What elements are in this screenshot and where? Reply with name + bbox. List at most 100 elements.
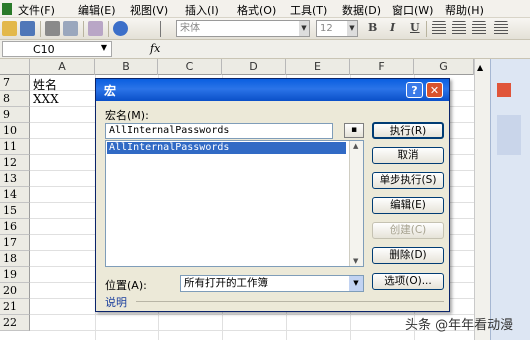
vertical-scrollbar[interactable]: ▲	[474, 59, 490, 340]
location-select[interactable]: 所有打开的工作簿 ▼	[180, 275, 364, 292]
underline-button[interactable]: U	[410, 21, 420, 34]
options-button[interactable]: 选项(O)...	[372, 273, 444, 290]
menu-view[interactable]: 视图(V)	[130, 2, 168, 18]
macro-name-input[interactable]: AllInternalPasswords	[105, 123, 333, 139]
toolbar-separator	[40, 21, 41, 37]
toolbar-separator	[426, 21, 427, 37]
description-divider	[136, 301, 444, 302]
menu-format[interactable]: 格式(O)	[237, 2, 276, 18]
chevron-down-icon[interactable]: ▼	[349, 276, 363, 291]
row-header[interactable]: 14	[0, 187, 30, 203]
row-header[interactable]: 20	[0, 283, 30, 299]
row-header[interactable]: 7	[0, 75, 30, 91]
name-box[interactable]: C10 ▼	[2, 41, 112, 57]
menu-bar: 文件(F) 编辑(E) 视图(V) 插入(I) 格式(O) 工具(T) 数据(D…	[0, 0, 530, 18]
row-header[interactable]: 18	[0, 251, 30, 267]
task-pane-panel	[497, 115, 521, 155]
row-header[interactable]: 19	[0, 267, 30, 283]
menu-help[interactable]: 帮助(H)	[445, 2, 484, 18]
step-into-button[interactable]: 单步执行(S)	[372, 172, 444, 189]
help-icon[interactable]: ?	[406, 82, 423, 98]
row-header[interactable]: 17	[0, 235, 30, 251]
menu-edit[interactable]: 编辑(E)	[78, 2, 116, 18]
formula-bar: C10 ▼ fx	[0, 40, 530, 59]
location-value: 所有打开的工作簿	[184, 277, 268, 289]
italic-button[interactable]: I	[390, 21, 395, 34]
row-header[interactable]: 12	[0, 155, 30, 171]
macro-list[interactable]: AllInternalPasswords ▲ ▼	[105, 140, 364, 267]
function-icon[interactable]: fx	[150, 42, 160, 55]
column-header-g[interactable]: G	[414, 59, 474, 75]
select-all-corner[interactable]	[0, 59, 30, 75]
location-label: 位置(A):	[105, 279, 147, 292]
scroll-up-icon[interactable]: ▲	[353, 142, 358, 150]
column-header-d[interactable]: D	[222, 59, 286, 75]
align-center-icon[interactable]	[452, 21, 466, 36]
menu-insert[interactable]: 插入(I)	[185, 2, 219, 18]
chevron-down-icon[interactable]: ▼	[101, 43, 107, 52]
row-header[interactable]: 22	[0, 315, 30, 331]
save-icon[interactable]	[20, 21, 35, 36]
row-header[interactable]: 11	[0, 139, 30, 155]
edit-button[interactable]: 编辑(E)	[372, 197, 444, 214]
column-header-a[interactable]: A	[30, 59, 95, 75]
cancel-button[interactable]: 取消	[372, 147, 444, 164]
column-header-e[interactable]: E	[286, 59, 350, 75]
office-icon[interactable]	[497, 83, 511, 97]
close-icon[interactable]: ✕	[426, 82, 443, 98]
font-name-value: 宋体	[180, 23, 200, 34]
font-size-value: 12	[320, 23, 333, 34]
print-icon[interactable]	[45, 21, 60, 36]
row-header[interactable]: 13	[0, 171, 30, 187]
align-left-icon[interactable]	[432, 21, 446, 36]
merge-center-icon[interactable]	[494, 21, 508, 36]
menu-file[interactable]: 文件(F)	[18, 2, 55, 18]
cell-a7[interactable]: 姓名	[33, 76, 57, 93]
font-name-combo[interactable]: 宋体 ▼	[176, 20, 310, 37]
row-header[interactable]: 16	[0, 219, 30, 235]
row-header[interactable]: 15	[0, 203, 30, 219]
row-header[interactable]: 21	[0, 299, 30, 315]
toolbar-grip	[160, 21, 161, 37]
create-button[interactable]: 创建(C)	[372, 222, 444, 239]
watermark-text: 头条 @年年看动漫	[405, 318, 514, 333]
align-right-icon[interactable]	[472, 21, 486, 36]
chevron-down-icon[interactable]: ▼	[299, 21, 309, 36]
chevron-down-icon[interactable]: ▼	[347, 21, 357, 36]
toolbar-separator	[108, 21, 109, 37]
excel-app-icon[interactable]	[2, 3, 12, 15]
menu-window[interactable]: 窗口(W)	[392, 2, 433, 18]
toolbar: 宋体 ▼ 12 ▼ B I U	[0, 18, 530, 40]
column-header-f[interactable]: F	[350, 59, 414, 75]
row-header[interactable]: 8	[0, 91, 30, 107]
menu-data[interactable]: 数据(D)	[342, 2, 381, 18]
bold-button[interactable]: B	[368, 21, 377, 34]
dialog-title-bar[interactable]: 宏 ? ✕	[96, 79, 449, 101]
scroll-down-icon[interactable]: ▼	[353, 257, 358, 265]
macro-dialog: 宏 ? ✕ 宏名(M): AllInternalPasswords ▪ AllI…	[95, 78, 450, 312]
delete-button[interactable]: 删除(D)	[372, 247, 444, 264]
run-button[interactable]: 执行(R)	[372, 122, 444, 139]
column-headers: A B C D E F G	[0, 59, 530, 75]
font-size-combo[interactable]: 12 ▼	[316, 20, 358, 37]
column-header-b[interactable]: B	[95, 59, 158, 75]
print-preview-icon[interactable]	[63, 21, 78, 36]
scroll-up-icon[interactable]: ▲	[477, 63, 483, 72]
column-header-c[interactable]: C	[158, 59, 222, 75]
row-header[interactable]: 10	[0, 123, 30, 139]
task-pane	[490, 59, 530, 340]
cell-a8[interactable]: XXX	[33, 92, 59, 106]
macro-list-scrollbar[interactable]: ▲ ▼	[349, 141, 363, 266]
toolbar-separator	[83, 21, 84, 37]
macro-list-item-selected[interactable]: AllInternalPasswords	[107, 142, 346, 154]
open-icon[interactable]	[2, 21, 17, 36]
macro-name-label: 宏名(M):	[105, 109, 149, 122]
help-icon[interactable]	[113, 21, 128, 36]
dialog-title: 宏	[104, 84, 117, 98]
row-header[interactable]: 9	[0, 107, 30, 123]
menu-tools[interactable]: 工具(T)	[290, 2, 327, 18]
description-label: 说明	[105, 296, 127, 309]
collapse-dialog-icon[interactable]: ▪	[344, 123, 364, 138]
research-icon[interactable]	[88, 21, 103, 36]
cell-reference: C10	[33, 43, 55, 56]
